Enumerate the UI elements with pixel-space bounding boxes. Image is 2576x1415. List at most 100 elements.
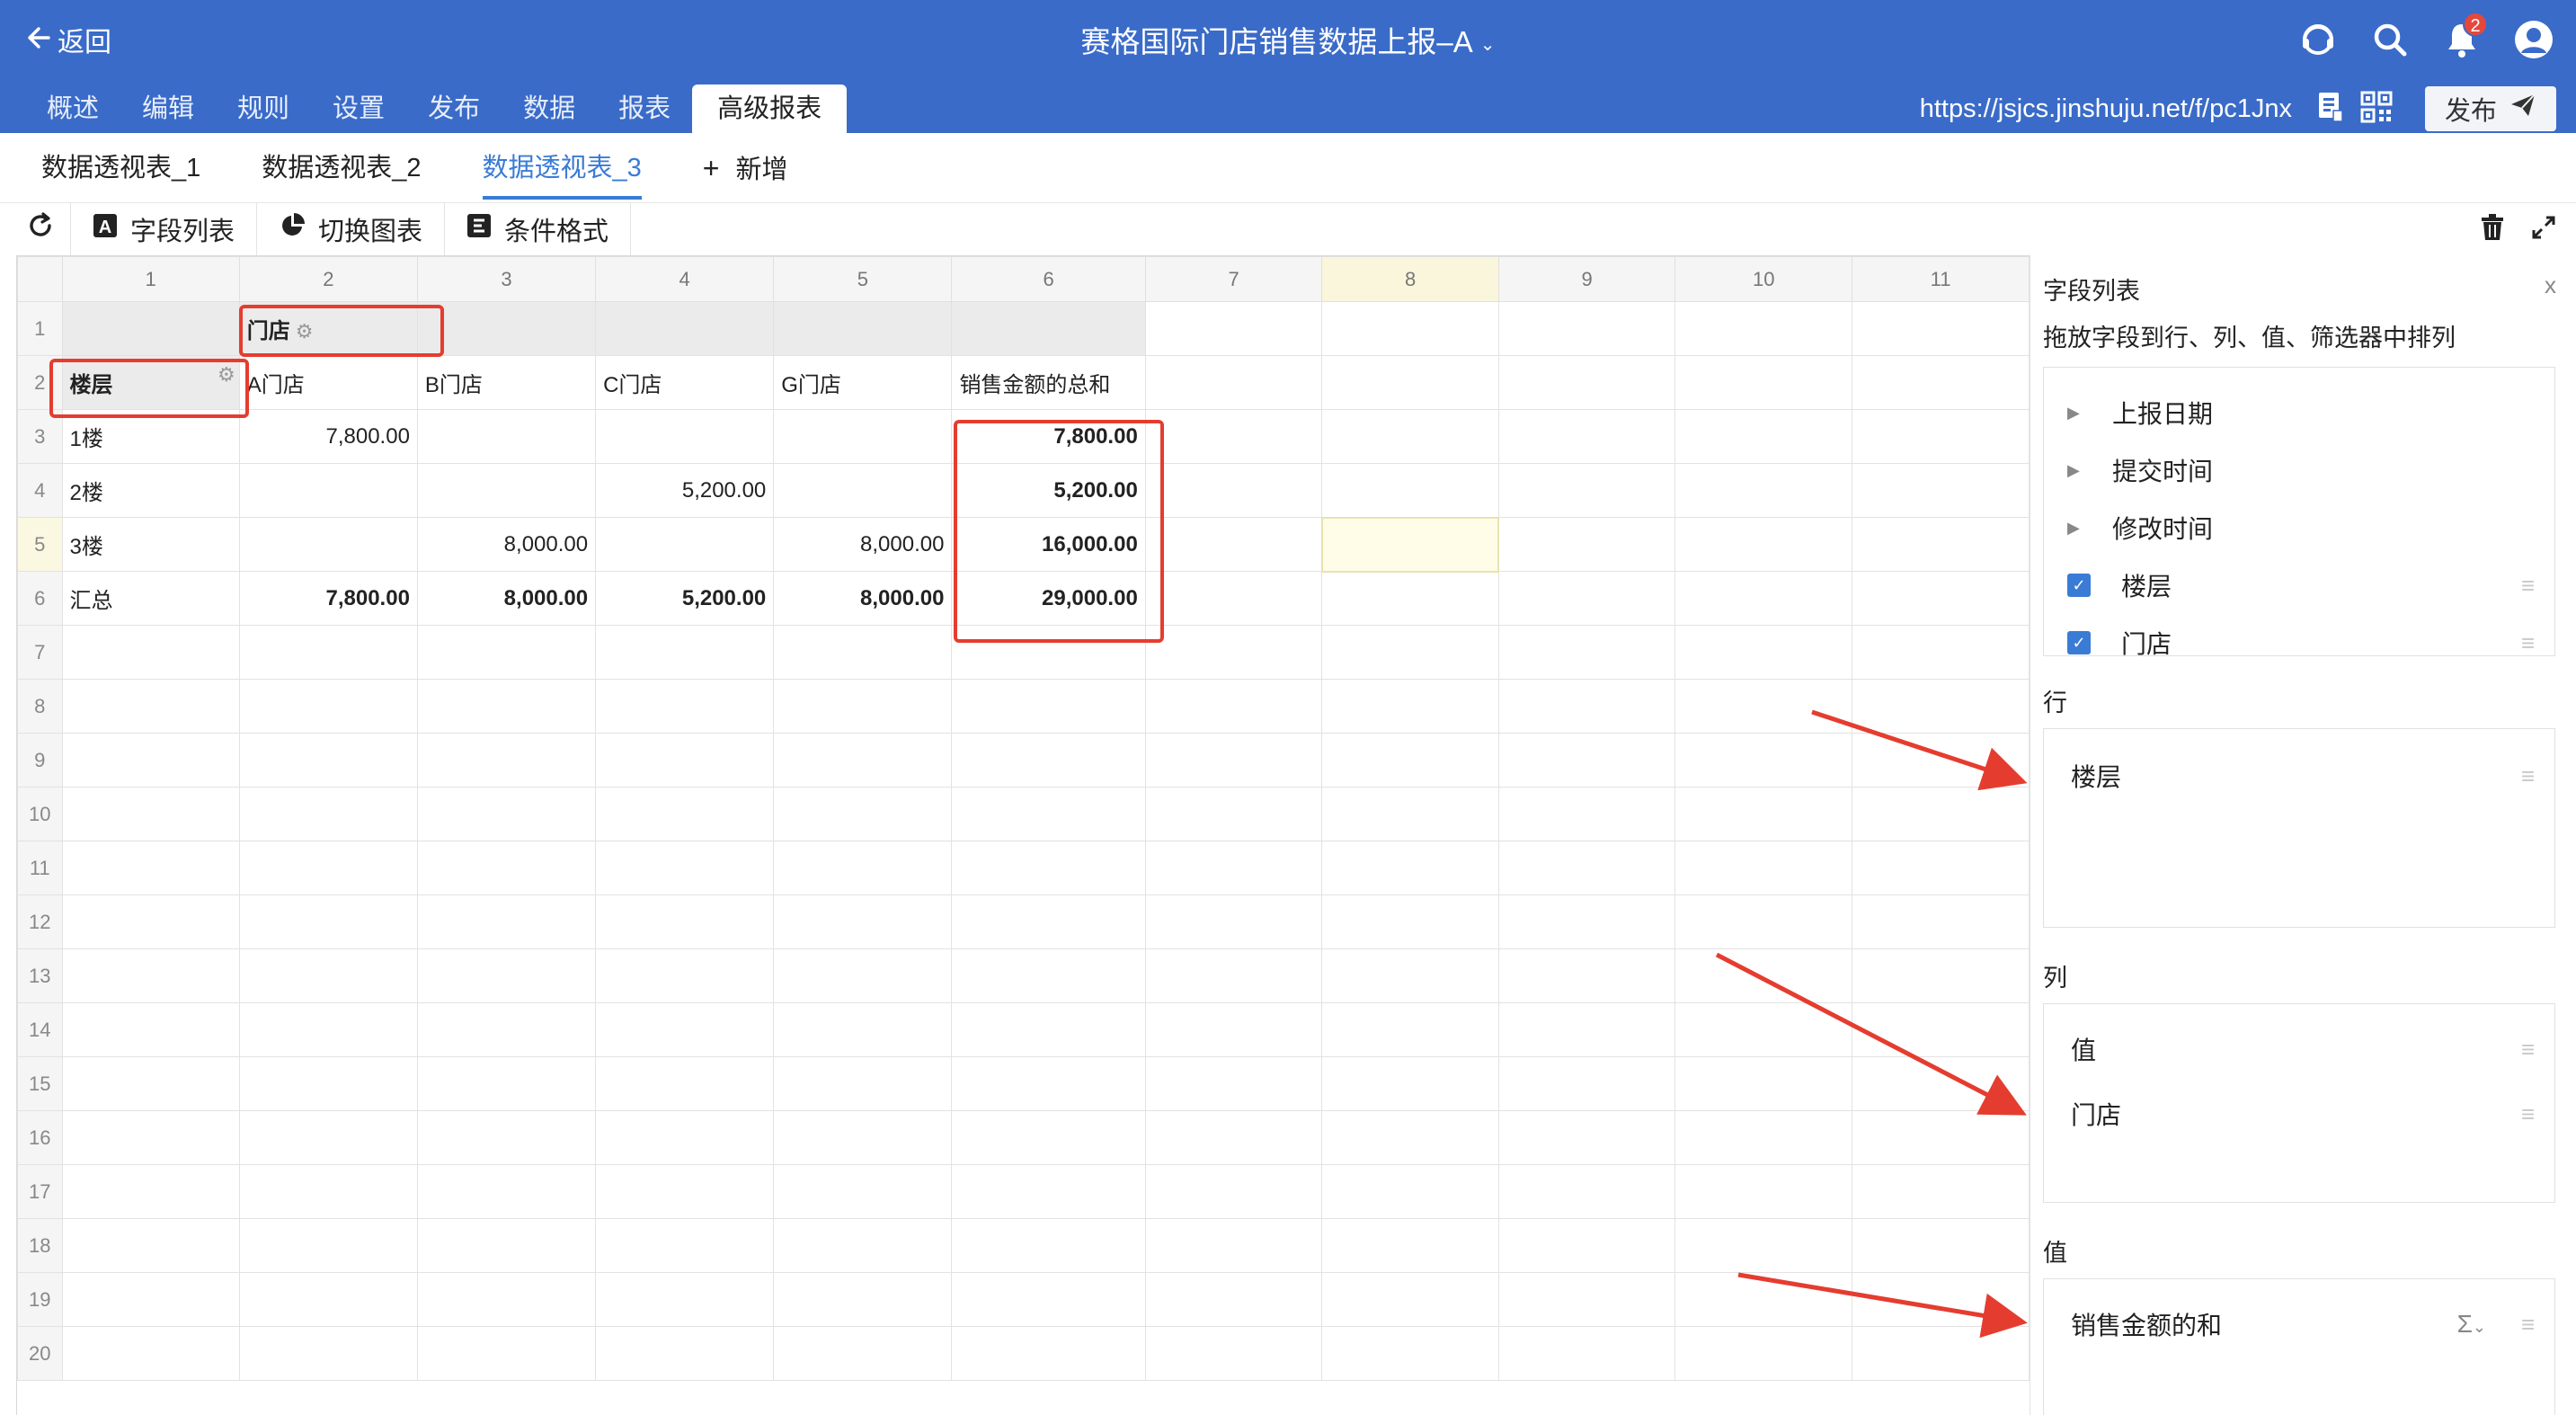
grid-cell[interactable] bbox=[61, 894, 240, 949]
row-header[interactable]: 5 bbox=[17, 517, 63, 572]
row-header[interactable]: 19 bbox=[17, 1272, 63, 1327]
pivot-row-total-cell[interactable]: 7,800.00 bbox=[951, 409, 1146, 464]
grid-cell[interactable] bbox=[1144, 894, 1323, 949]
grid-cell[interactable] bbox=[1497, 733, 1676, 788]
row-header[interactable]: 17 bbox=[17, 1164, 63, 1219]
grid-cell[interactable] bbox=[1497, 1218, 1676, 1273]
field-modify-time[interactable]: ▶ 修改时间 bbox=[2044, 499, 2554, 556]
tab-publish[interactable]: 发布 bbox=[406, 85, 502, 133]
row-header[interactable]: 2 bbox=[17, 355, 63, 410]
grid-cell[interactable] bbox=[416, 625, 597, 680]
grid-cell[interactable] bbox=[595, 841, 775, 895]
grid-cell[interactable] bbox=[238, 625, 418, 680]
checkbox-checked-icon[interactable]: ✓ bbox=[2067, 574, 2091, 597]
pivot-value-cell[interactable]: 8,000.00 bbox=[416, 571, 597, 626]
grid-cell[interactable] bbox=[1144, 841, 1323, 895]
grid-cell[interactable] bbox=[1321, 948, 1499, 1003]
selected-cell[interactable] bbox=[1320, 516, 1500, 573]
row-header[interactable]: 20 bbox=[17, 1326, 63, 1381]
grid-cell[interactable] bbox=[595, 301, 775, 356]
grid-cell[interactable] bbox=[951, 787, 1146, 841]
bell-icon[interactable]: 2 bbox=[2441, 12, 2488, 60]
grid-cell[interactable] bbox=[1852, 625, 2030, 680]
grid-cell[interactable] bbox=[1852, 355, 2030, 410]
column-header[interactable]: 9 bbox=[1497, 256, 1676, 302]
grid-cell[interactable] bbox=[61, 841, 240, 895]
grid-cell[interactable] bbox=[1674, 1056, 1853, 1111]
grid-cell[interactable] bbox=[1674, 625, 1853, 680]
search-icon[interactable] bbox=[2369, 19, 2411, 60]
pivot-value-cell[interactable] bbox=[773, 409, 953, 464]
grid-cell[interactable] bbox=[1674, 409, 1853, 464]
grid-cell[interactable] bbox=[1321, 733, 1499, 788]
grid-cell[interactable] bbox=[1674, 1002, 1853, 1057]
grid-cell[interactable] bbox=[595, 625, 775, 680]
grid-cell[interactable] bbox=[1144, 733, 1323, 788]
grid-cell[interactable] bbox=[61, 1056, 240, 1111]
grid-cell[interactable] bbox=[1321, 355, 1499, 410]
trash-icon[interactable] bbox=[2481, 213, 2504, 245]
grid-cell[interactable] bbox=[238, 1218, 418, 1273]
form-url[interactable]: https://jsjcs.jinshuju.net/f/pc1Jnx bbox=[1920, 94, 2292, 124]
grid-cell[interactable] bbox=[1674, 948, 1853, 1003]
field-floor[interactable]: ✓ 楼层 ≡ bbox=[2044, 556, 2554, 614]
drag-handle-icon[interactable]: ≡ bbox=[2521, 629, 2535, 656]
grid-cell[interactable] bbox=[1852, 517, 2030, 572]
drag-handle-icon[interactable]: ≡ bbox=[2521, 572, 2535, 600]
grid-cell[interactable] bbox=[595, 894, 775, 949]
row-header[interactable]: 8 bbox=[17, 679, 63, 734]
pivot-row-label[interactable]: 1楼 bbox=[61, 409, 240, 464]
grid-cell[interactable] bbox=[1852, 679, 2030, 734]
qr-code-icon[interactable] bbox=[2360, 91, 2393, 128]
rows-drop-zone[interactable]: 楼层 ≡ bbox=[2043, 728, 2555, 928]
drag-handle-icon[interactable]: ≡ bbox=[2521, 1036, 2535, 1063]
grid-cell[interactable] bbox=[595, 1326, 775, 1381]
grid-cell[interactable] bbox=[951, 1110, 1146, 1165]
grid-cell[interactable] bbox=[1497, 1056, 1676, 1111]
grid-cell[interactable] bbox=[61, 787, 240, 841]
pivot-value-cell[interactable]: 5,200.00 bbox=[595, 571, 775, 626]
column-header[interactable]: 8 bbox=[1321, 256, 1499, 302]
grid-cell[interactable] bbox=[1497, 1164, 1676, 1219]
grid-cell[interactable] bbox=[416, 1218, 597, 1273]
grid-cell[interactable] bbox=[1144, 355, 1323, 410]
tab-edit[interactable]: 编辑 bbox=[120, 85, 216, 133]
values-drop-zone[interactable]: 销售金额的和 Σ⌄ ≡ bbox=[2043, 1278, 2555, 1415]
grid-cell[interactable] bbox=[773, 1002, 953, 1057]
grid-cell[interactable] bbox=[1144, 679, 1323, 734]
column-header[interactable]: 7 bbox=[1144, 256, 1323, 302]
row-header[interactable]: 12 bbox=[17, 894, 63, 949]
grid-cell[interactable] bbox=[416, 301, 597, 356]
grid-cell[interactable] bbox=[1674, 1110, 1853, 1165]
row-header[interactable]: 3 bbox=[17, 409, 63, 464]
grid-cell[interactable] bbox=[238, 1056, 418, 1111]
grid-cell[interactable] bbox=[61, 733, 240, 788]
grid-cell[interactable] bbox=[1321, 409, 1499, 464]
grid-cell[interactable] bbox=[773, 787, 953, 841]
grid-cell[interactable] bbox=[1674, 1272, 1853, 1327]
row-header[interactable]: 18 bbox=[17, 1218, 63, 1273]
aggregate-sum-dropdown[interactable]: Σ⌄ bbox=[2457, 1310, 2486, 1339]
tab-rules[interactable]: 规则 bbox=[216, 85, 311, 133]
conditional-format-button[interactable]: 条件格式 bbox=[445, 203, 632, 255]
grid-cell[interactable] bbox=[61, 1326, 240, 1381]
row-header[interactable]: 4 bbox=[17, 463, 63, 518]
values-item-sales-sum[interactable]: 销售金额的和 Σ⌄ ≡ bbox=[2044, 1292, 2554, 1357]
grid-cell[interactable] bbox=[1144, 787, 1323, 841]
grid-cell[interactable] bbox=[951, 679, 1146, 734]
grid-cell[interactable] bbox=[951, 894, 1146, 949]
grid-cell[interactable] bbox=[238, 948, 418, 1003]
row-header[interactable]: 14 bbox=[17, 1002, 63, 1057]
grid-cell[interactable] bbox=[238, 1164, 418, 1219]
row-header[interactable]: 7 bbox=[17, 625, 63, 680]
support-icon[interactable] bbox=[2297, 19, 2339, 60]
column-header[interactable]: 2 bbox=[238, 256, 418, 302]
grid-cell[interactable] bbox=[1321, 1164, 1499, 1219]
grid-cell[interactable] bbox=[1321, 787, 1499, 841]
grid-cell[interactable] bbox=[1321, 894, 1499, 949]
grid-cell[interactable] bbox=[1144, 625, 1323, 680]
grid-cell[interactable] bbox=[773, 679, 953, 734]
grid-cell[interactable] bbox=[1852, 1164, 2030, 1219]
grid-cell[interactable] bbox=[595, 787, 775, 841]
grid-cell[interactable] bbox=[1674, 733, 1853, 788]
